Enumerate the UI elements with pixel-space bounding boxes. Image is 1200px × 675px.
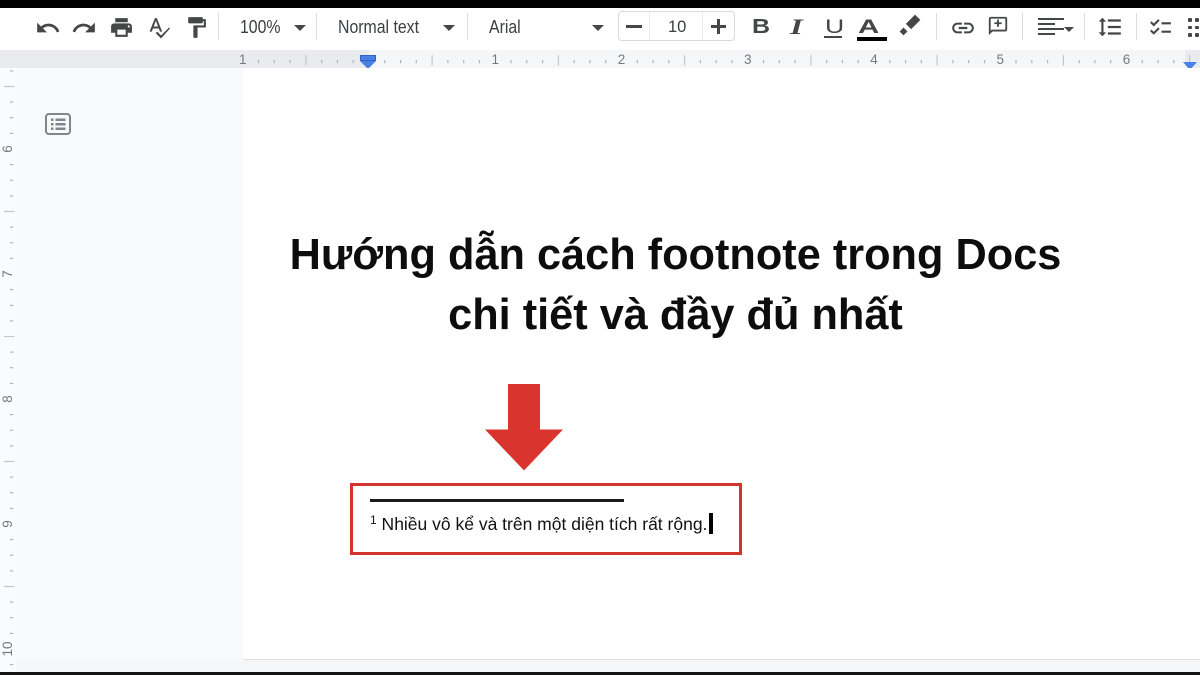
- svg-text:2: 2: [618, 52, 626, 67]
- svg-text:9: 9: [0, 520, 15, 528]
- svg-text:10: 10: [0, 641, 15, 656]
- svg-text:6: 6: [1123, 52, 1131, 67]
- svg-text:4: 4: [870, 52, 878, 67]
- svg-text:1: 1: [491, 52, 499, 67]
- svg-text:3: 3: [744, 52, 752, 67]
- svg-text:8: 8: [0, 395, 15, 403]
- svg-text:1: 1: [239, 52, 247, 67]
- svg-text:5: 5: [996, 52, 1004, 67]
- svg-text:6: 6: [0, 145, 15, 153]
- svg-text:7: 7: [0, 270, 15, 278]
